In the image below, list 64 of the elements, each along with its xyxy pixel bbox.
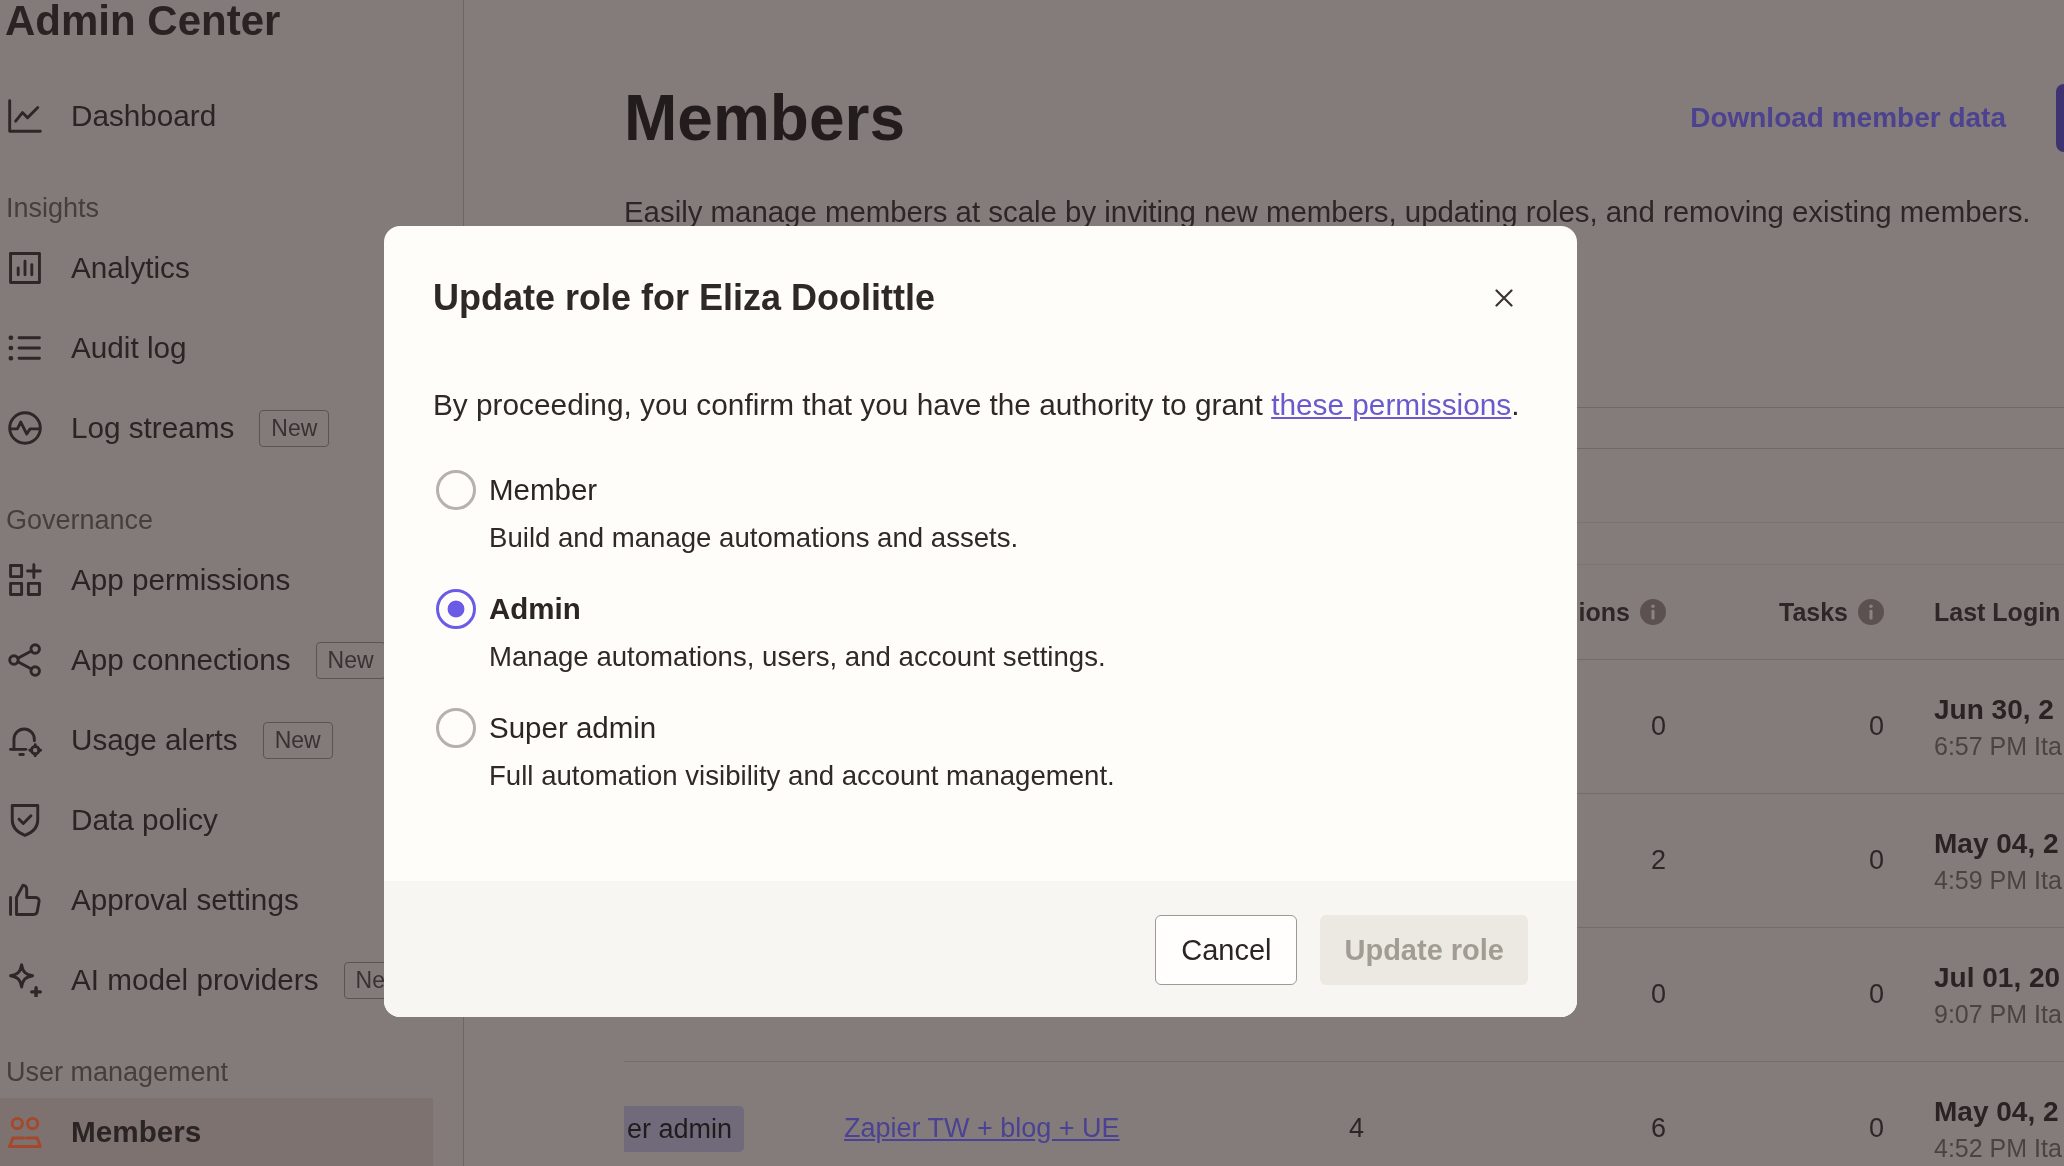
table-cell: 0: [1868, 979, 1884, 1010]
login-date: May 04, 2: [1934, 1095, 2059, 1128]
sidebar-item[interactable]: Usage alerts New: [0, 706, 433, 774]
login-date: May 04, 2: [1934, 827, 2059, 860]
permissions-link[interactable]: these permissions: [1271, 388, 1512, 421]
table-cell: 6: [1650, 1113, 1666, 1144]
table-cell: 0: [1650, 711, 1666, 742]
login-time: 4:59 PM Ita: [1934, 865, 2062, 894]
partial-button[interactable]: [2056, 84, 2064, 152]
table-cell: 0: [1650, 979, 1666, 1010]
radio-button[interactable]: [436, 470, 476, 510]
bar-chart-icon: [8, 251, 42, 285]
login-time: 9:07 PM Ita: [1934, 999, 2062, 1028]
sidebar-item[interactable]: Analytics: [0, 234, 433, 302]
login-time: 4:52 PM Ita: [1934, 1133, 2062, 1162]
section-heading: User management: [5, 1056, 230, 1088]
radio-button[interactable]: [436, 708, 476, 748]
intro-text: By proceeding, you confirm that you have the authority to grant these permissions.: [433, 387, 1521, 423]
login-time: 6:57 PM Ita: [1934, 731, 2062, 760]
section-heading: Insights: [5, 192, 101, 224]
grid-plus-icon: [8, 563, 42, 597]
option-label: Admin: [489, 591, 581, 627]
section-heading: Governance: [5, 504, 155, 536]
name-link[interactable]: Zapier TW + blog + UE: [844, 1113, 1120, 1144]
table-cell: 0: [1868, 845, 1884, 876]
thumbs-up-icon: [8, 883, 42, 917]
sidebar-item[interactable]: Log streams New: [0, 394, 433, 462]
line-chart-icon: [8, 99, 42, 133]
option-description: Build and manage automations and assets.: [489, 521, 1020, 555]
column-header: ions: [1578, 597, 1630, 627]
sidebar-item[interactable]: Data policy: [0, 786, 433, 854]
sidebar-item[interactable]: Approval settings: [0, 866, 433, 934]
people-icon: [8, 1115, 42, 1149]
option-label: Super admin: [489, 710, 657, 746]
pulse-icon: [8, 411, 42, 445]
page-title: Members: [624, 81, 905, 156]
dialog-title: Update role for Eliza Doolittle: [433, 276, 936, 320]
column-header: Last Login: [1934, 597, 2061, 627]
role-badge: er admin: [624, 1105, 745, 1152]
option-description: Manage automations, users, and account settings.: [489, 640, 1107, 674]
sidebar-item[interactable]: Dashboard: [0, 82, 433, 150]
sidebar-item[interactable]: Members: [0, 1098, 433, 1166]
close-icon: [1495, 289, 1513, 307]
radio-button[interactable]: [436, 589, 476, 629]
status-badge: New: [262, 721, 333, 759]
sidebar-item[interactable]: Audit log: [0, 314, 433, 382]
table-cell: 0: [1868, 711, 1884, 742]
nodes-icon: [8, 643, 42, 677]
sidebar-item[interactable]: App permissions: [0, 546, 433, 614]
login-date: Jun 30, 2: [1934, 693, 2054, 726]
shield-check-icon: [8, 803, 42, 837]
sparkle-icon: [8, 963, 42, 997]
table-cell: 4: [1348, 1113, 1364, 1144]
login-date: Jul 01, 20: [1934, 961, 2061, 994]
table-cell: 0: [1868, 1113, 1884, 1144]
app-title: Admin Center: [4, 0, 282, 42]
option-description: Full automation visibility and account management.: [489, 759, 1116, 793]
table-cell: 2: [1650, 845, 1666, 876]
page-description: Easily manage members at scale by inviting new members, updating roles, and removing existing members.: [624, 194, 2032, 230]
download-link[interactable]: Download member data: [1690, 102, 2006, 134]
option-label: Member: [489, 472, 598, 508]
status-badge: New: [259, 409, 330, 447]
cancel-button[interactable]: Cancel: [1155, 915, 1298, 985]
column-header: Tasks: [1778, 597, 1848, 627]
